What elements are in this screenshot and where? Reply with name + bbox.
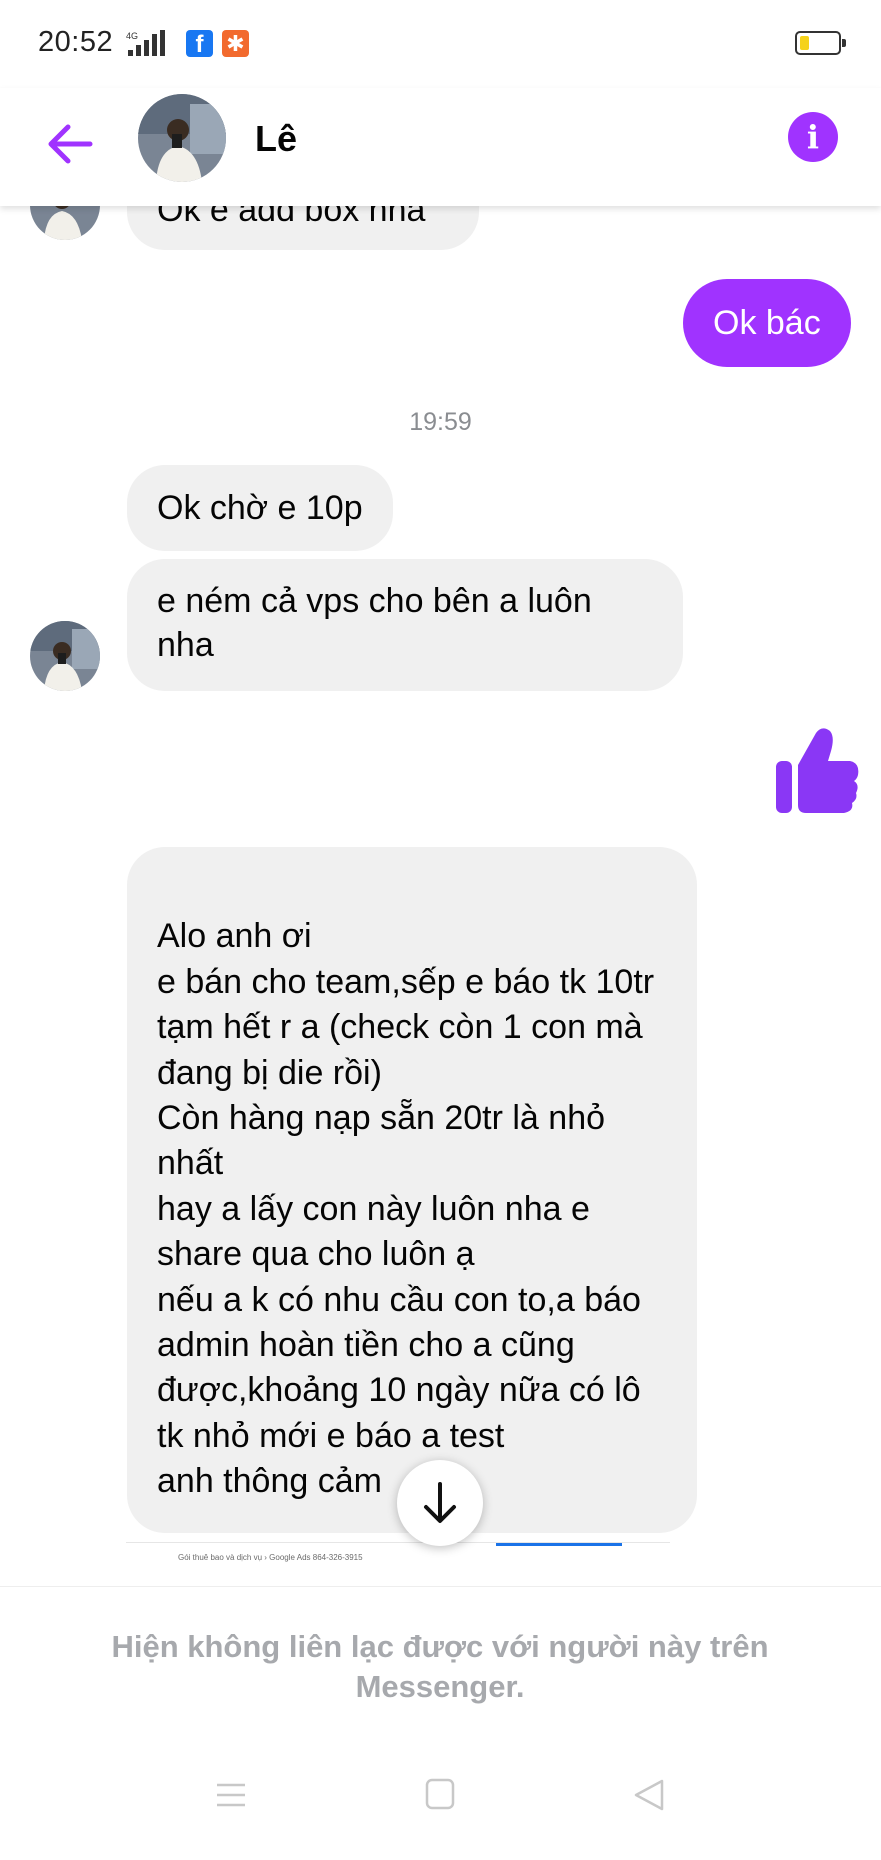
signal-icon: 4G bbox=[126, 30, 165, 56]
thumbs-up-icon[interactable] bbox=[772, 723, 862, 818]
preview-accent-bar bbox=[496, 1543, 622, 1546]
message-text: Alo anh ơi e bán cho team,sếp e báo tk 1… bbox=[157, 917, 655, 1501]
arrow-left-icon[interactable] bbox=[40, 114, 100, 174]
message-text: Ok chờ e 10p bbox=[157, 489, 363, 527]
menu-icon[interactable] bbox=[216, 1782, 246, 1808]
home-icon[interactable] bbox=[425, 1778, 455, 1810]
network-type: 4G bbox=[126, 31, 138, 41]
arrow-down-icon bbox=[424, 1482, 456, 1523]
message-bubble-received[interactable]: e ném cả vps cho bên a luôn nha bbox=[127, 559, 683, 691]
battery-level bbox=[800, 36, 809, 50]
status-time: 20:52 bbox=[38, 26, 114, 58]
facebook-icon: f bbox=[186, 30, 213, 57]
composer-disabled-notice: Hiện không liên lạc được với người này t… bbox=[0, 1586, 881, 1736]
system-nav-bar bbox=[0, 1736, 881, 1860]
app-notification-icon: ✱ bbox=[222, 30, 249, 57]
status-bar: 20:52 4G f ✱ bbox=[0, 0, 881, 88]
attachment-preview[interactable]: Gói thuê bao và dịch vụ › Google Ads 864… bbox=[126, 1542, 670, 1578]
contact-name[interactable]: Lê bbox=[255, 118, 297, 160]
battery-icon bbox=[795, 31, 846, 55]
info-icon[interactable]: i bbox=[788, 112, 838, 162]
message-timestamp: 19:59 bbox=[409, 408, 472, 436]
message-text: Ok bác bbox=[713, 304, 821, 342]
unavailable-notice-text: Hiện không liên lạc được với người này t… bbox=[111, 1629, 769, 1704]
chat-header: Lê i bbox=[0, 88, 881, 206]
message-list[interactable]: Ok e add box nha Ok bác 19:59 Ok chờ e 1… bbox=[0, 206, 881, 1586]
contact-avatar[interactable] bbox=[138, 94, 226, 182]
message-text: e ném cả vps cho bên a luôn nha bbox=[157, 582, 592, 664]
message-bubble-sent[interactable]: Ok bác bbox=[683, 279, 851, 367]
sender-avatar[interactable] bbox=[30, 206, 100, 240]
message-bubble-received[interactable]: Alo anh ơi e bán cho team,sếp e báo tk 1… bbox=[127, 847, 697, 1533]
message-text: Ok e add box nha bbox=[157, 206, 426, 229]
scroll-to-bottom-button[interactable] bbox=[397, 1460, 483, 1546]
sender-avatar[interactable] bbox=[30, 621, 100, 691]
attachment-preview-text: Gói thuê bao và dịch vụ › Google Ads 864… bbox=[178, 1553, 363, 1562]
back-triangle-icon[interactable] bbox=[632, 1778, 666, 1812]
message-bubble-received[interactable]: Ok e add box nha bbox=[127, 206, 479, 250]
message-bubble-received[interactable]: Ok chờ e 10p bbox=[127, 465, 393, 551]
